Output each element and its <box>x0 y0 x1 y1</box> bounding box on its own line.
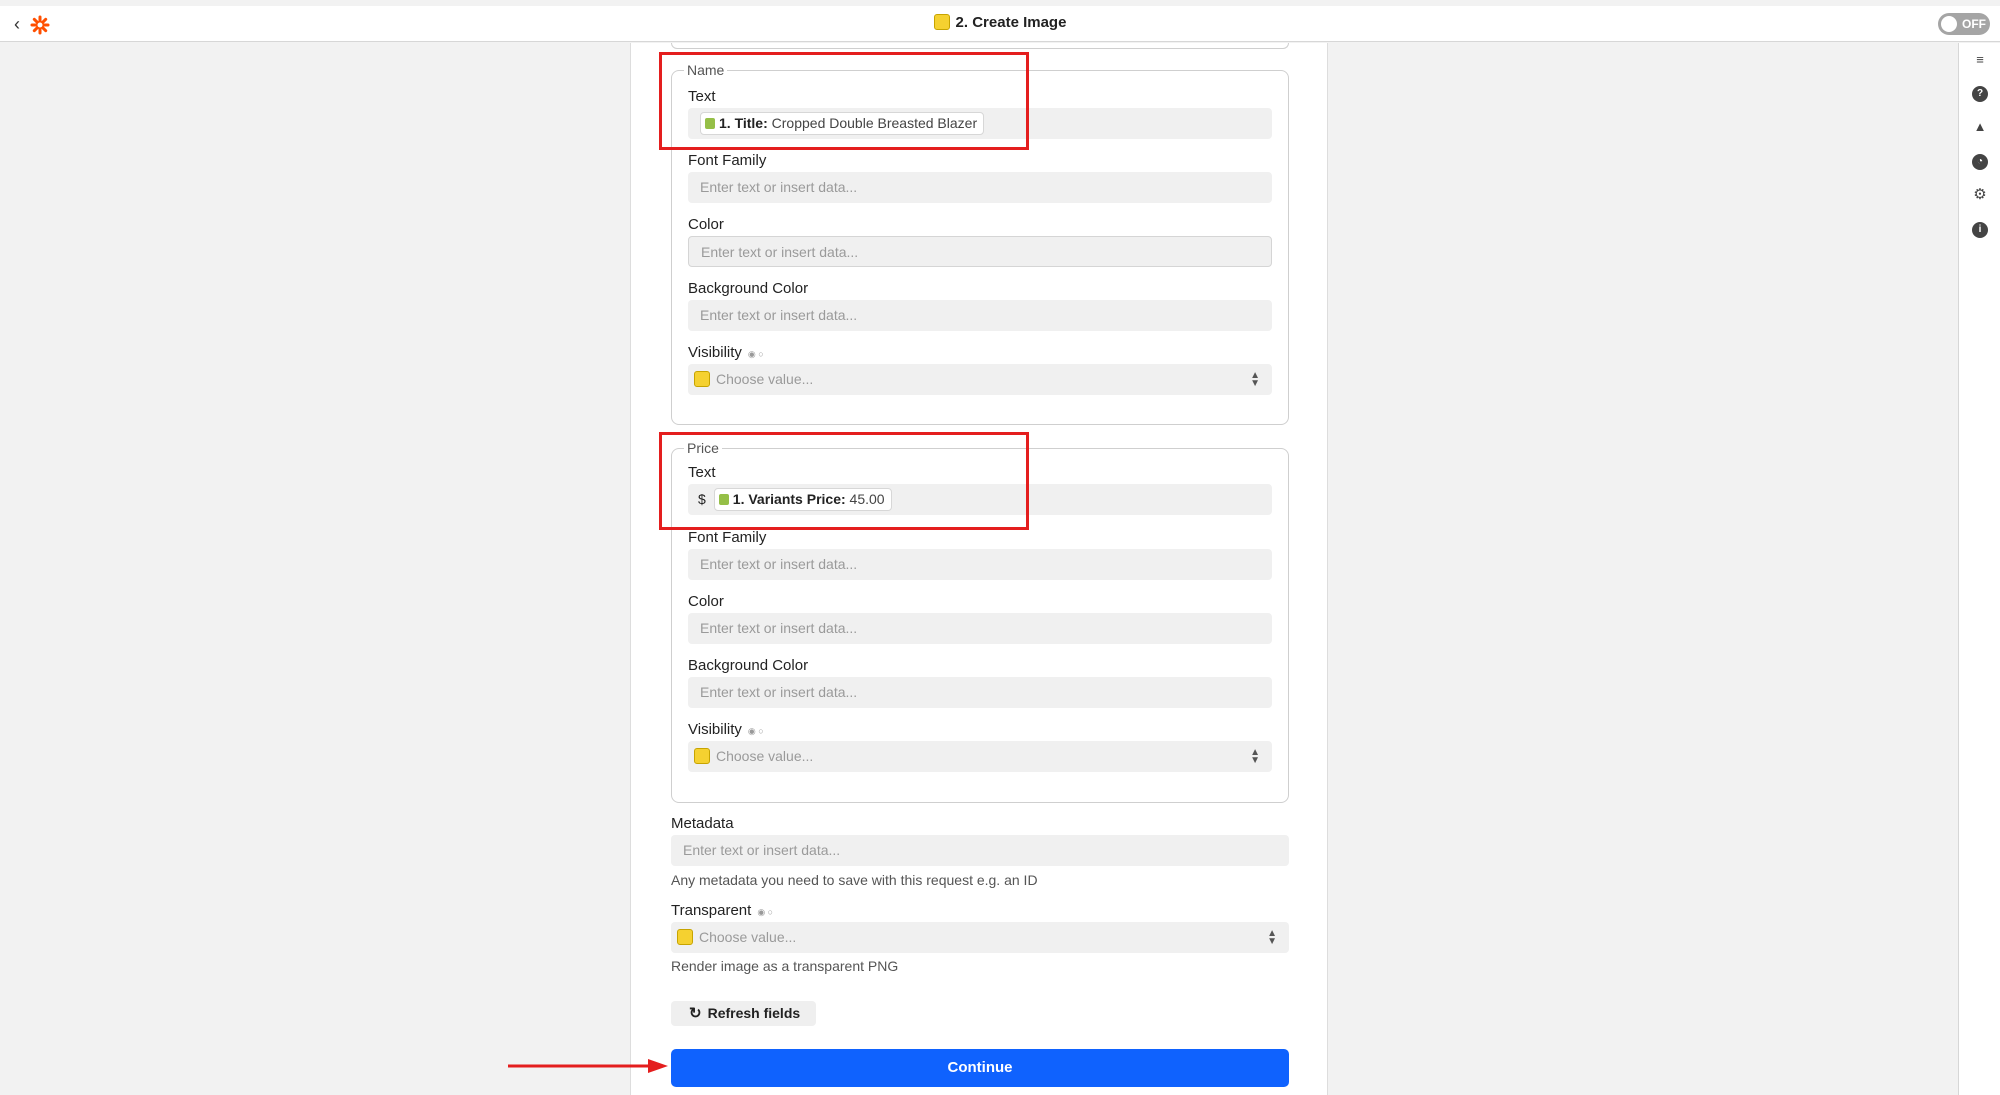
name-visibility-label: Visibility ◉ ○ <box>688 344 764 361</box>
settings-icon[interactable]: ⚙ <box>1972 187 1988 203</box>
name-visibility-select[interactable]: Choose value... ▲ ▼ <box>688 364 1272 395</box>
price-visibility-label: Visibility ◉ ○ <box>688 721 764 738</box>
app-icon <box>694 371 710 387</box>
annotation-highlight-name <box>659 52 1029 150</box>
transparent-select[interactable]: Choose value... ▲ ▼ <box>671 922 1289 953</box>
name-background-color-input[interactable]: Enter text or insert data... <box>688 300 1272 331</box>
price-color-label: Color <box>688 593 724 610</box>
history-icon[interactable]: ◔ <box>1972 154 1988 170</box>
toggle-label: OFF <box>1962 17 1986 31</box>
select-placeholder: Choose value... <box>716 371 814 387</box>
metadata-input[interactable]: Enter text or insert data... <box>671 835 1289 866</box>
select-placeholder: Choose value... <box>716 748 814 764</box>
name-color-label: Color <box>688 216 724 233</box>
price-font-family-label: Font Family <box>688 529 767 546</box>
price-background-color-input[interactable]: Enter text or insert data... <box>688 677 1272 708</box>
top-bar: ‹ 2. Create Image OFF <box>0 6 2000 42</box>
zap-toggle[interactable]: OFF <box>1938 13 1990 35</box>
refresh-fields-button[interactable]: ↻ Refresh fields <box>671 1001 817 1026</box>
app-icon <box>933 14 950 30</box>
boolean-indicator-icon: ◉ ○ <box>757 907 774 917</box>
name-background-color-label: Background Color <box>688 280 809 297</box>
price-font-family-input[interactable]: Enter text or insert data... <box>688 549 1272 580</box>
app-icon <box>677 929 693 945</box>
transparent-label-text: Transparent <box>671 902 752 919</box>
metadata-label: Metadata <box>671 815 734 832</box>
visibility-label-text: Visibility <box>688 721 742 738</box>
annotation-highlight-price <box>659 432 1029 530</box>
metadata-help-text: Any metadata you need to save with this … <box>671 872 1038 888</box>
price-color-input[interactable]: Enter text or insert data... <box>688 613 1272 644</box>
refresh-icon: ↻ <box>689 1005 702 1022</box>
outline-icon[interactable]: ≡ <box>1972 52 1988 68</box>
previous-group-edge <box>671 43 1289 49</box>
name-font-family-input[interactable]: Enter text or insert data... <box>688 172 1272 203</box>
select-placeholder: Choose value... <box>699 929 797 945</box>
right-rail: ≡ ? ▲ ◔ ⚙ i <box>1958 43 2000 1095</box>
transparent-label: Transparent ◉ ○ <box>671 902 773 919</box>
refresh-fields-label: Refresh fields <box>707 1005 801 1021</box>
boolean-indicator-icon: ◉ ○ <box>747 349 764 359</box>
boolean-indicator-icon: ◉ ○ <box>747 726 764 736</box>
alert-icon[interactable]: ▲ <box>1972 119 1988 135</box>
step-config-panel: Name Text 1. Title: Cropped Double Breas… <box>630 43 1328 1095</box>
select-arrows-icon: ▲ ▼ <box>1250 370 1260 389</box>
visibility-label-text: Visibility <box>688 344 742 361</box>
continue-button[interactable]: Continue <box>671 1049 1289 1087</box>
name-color-input[interactable]: Enter text or insert data... <box>688 236 1272 267</box>
select-arrows-icon: ▲ ▼ <box>1250 747 1260 766</box>
annotation-arrow-icon <box>508 1059 668 1073</box>
name-font-family-label: Font Family <box>688 152 767 169</box>
transparent-help-text: Render image as a transparent PNG <box>671 958 899 974</box>
step-title-text: 2. Create Image <box>955 14 1067 31</box>
toggle-knob <box>1941 16 1957 32</box>
price-visibility-select[interactable]: Choose value... ▲ ▼ <box>688 741 1272 772</box>
app-icon <box>694 748 710 764</box>
step-title: 2. Create Image <box>0 14 2000 31</box>
price-background-color-label: Background Color <box>688 657 809 674</box>
info-icon[interactable]: i <box>1972 222 1988 238</box>
select-arrows-icon: ▲ ▼ <box>1267 928 1277 947</box>
help-icon[interactable]: ? <box>1972 86 1988 102</box>
